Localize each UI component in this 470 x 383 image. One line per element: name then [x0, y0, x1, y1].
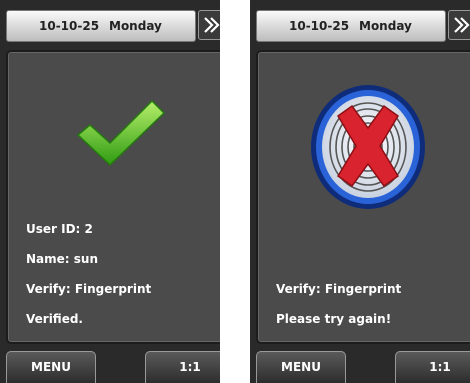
- verify-method-text: Verify: Fingerprint: [276, 282, 402, 296]
- menu-button[interactable]: MENU: [6, 351, 96, 383]
- status-header: 10-10-25 Monday: [256, 10, 446, 42]
- double-chevron-right-icon: [454, 17, 470, 33]
- verify-method-text: Verify: Fingerprint: [26, 282, 152, 296]
- status-message: Verified.: [26, 312, 83, 326]
- status-header: 10-10-25 Monday: [6, 10, 196, 42]
- status-message: Please try again!: [276, 312, 392, 326]
- menu-button[interactable]: MENU: [256, 351, 346, 383]
- checkmark-icon: [76, 99, 166, 167]
- next-page-button[interactable]: [448, 10, 470, 40]
- verification-panel: Verify: Fingerprint Please try again!: [256, 50, 470, 344]
- header-date: 10-10-25: [289, 19, 350, 33]
- double-chevron-right-icon: [204, 17, 220, 33]
- next-page-button[interactable]: [198, 10, 220, 40]
- header-day: Monday: [109, 19, 162, 33]
- name-text: Name: sun: [26, 252, 98, 266]
- verify-mode-button[interactable]: 1:1: [395, 351, 470, 383]
- device-screen-success: 10-10-25 Monday User ID: 2 Name: sun Ver…: [0, 0, 220, 383]
- user-id-text: User ID: 2: [26, 222, 93, 236]
- header-day: Monday: [359, 19, 412, 33]
- header-date: 10-10-25: [39, 19, 100, 33]
- verify-mode-button[interactable]: 1:1: [145, 351, 220, 383]
- fingerprint-fail-icon: [311, 85, 425, 209]
- verification-panel: User ID: 2 Name: sun Verify: Fingerprint…: [6, 50, 220, 344]
- device-screen-failure: 10-10-25 Monday Verify: Fingerprint Plea…: [250, 0, 470, 383]
